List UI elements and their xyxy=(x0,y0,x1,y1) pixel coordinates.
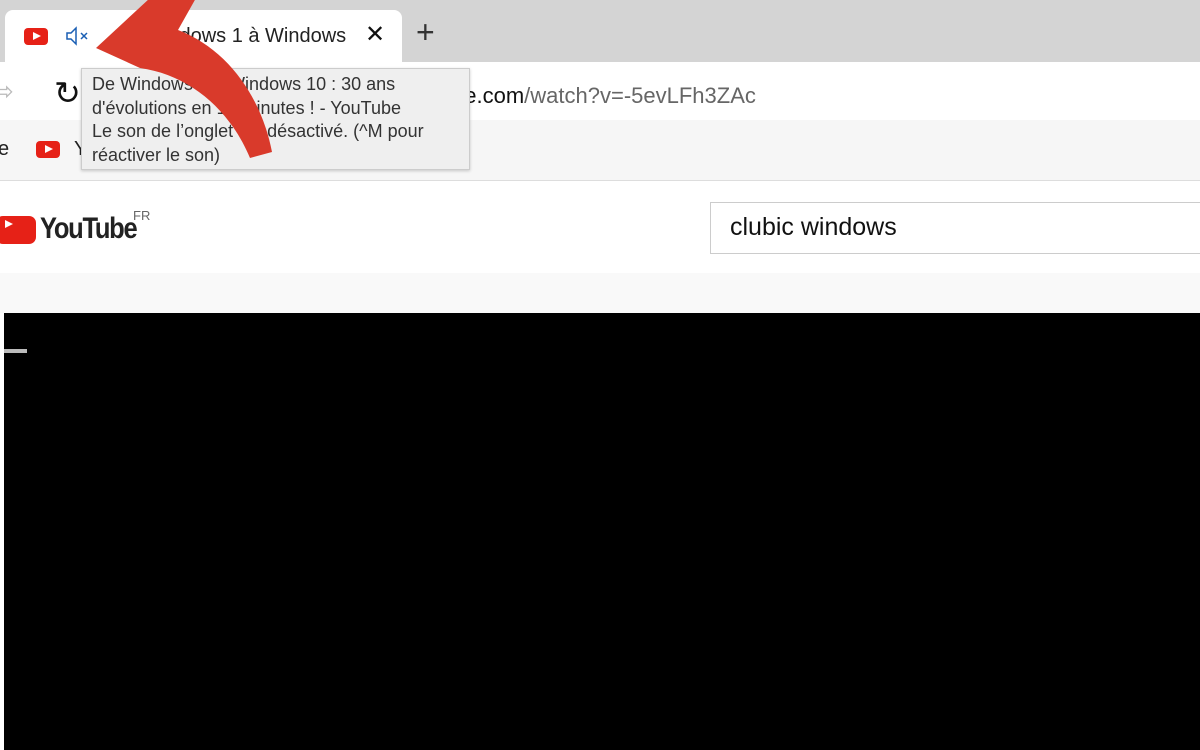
annotation-arrow-icon xyxy=(96,0,272,158)
